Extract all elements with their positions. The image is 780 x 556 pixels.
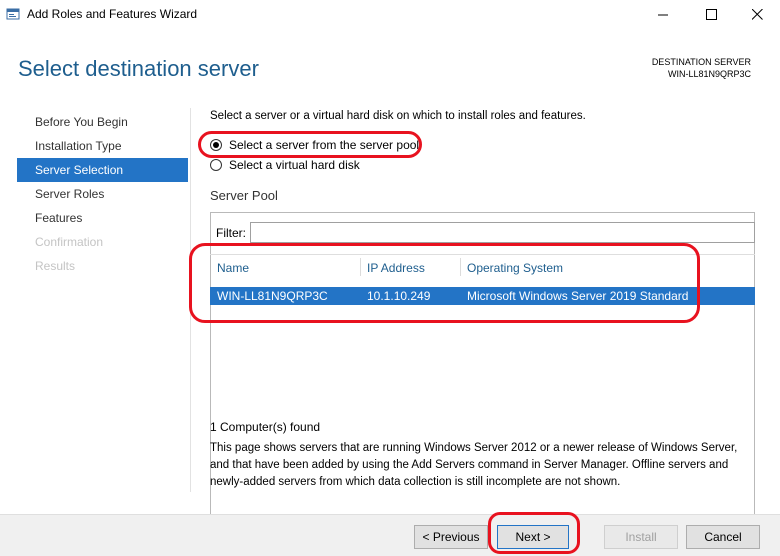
close-icon (751, 8, 763, 20)
column-header-ip[interactable]: IP Address (367, 261, 425, 275)
filter-label: Filter: (216, 226, 246, 240)
table-row[interactable]: WIN-LL81N9QRP3C 10.1.10.249 Microsoft Wi… (210, 287, 755, 305)
maximize-icon (705, 8, 717, 20)
radio-server-pool-option[interactable]: Select a server from the server pool (210, 137, 419, 153)
radio-server-pool[interactable] (210, 139, 222, 151)
nav-item-installation-type[interactable]: Installation Type (17, 134, 188, 158)
page-title: Select destination server (18, 56, 259, 81)
destination-server-value: WIN-LL81N9QRP3C (667, 69, 751, 79)
nav-item-before-you-begin[interactable]: Before You Begin (17, 110, 188, 134)
install-button: Install (604, 525, 678, 549)
computer-count: 1 Computer(s) found (210, 420, 321, 434)
info-text: This page shows servers that are running… (210, 442, 738, 488)
next-button[interactable]: Next > (497, 525, 569, 549)
minimize-icon (657, 14, 668, 15)
nav-item-server-roles[interactable]: Server Roles (17, 182, 188, 206)
destination-server-label: DESTINATION SERVER (651, 57, 751, 67)
cancel-button[interactable]: Cancel (686, 525, 760, 549)
column-separator[interactable] (460, 258, 461, 276)
column-header-name[interactable]: Name (217, 261, 249, 275)
maximize-button[interactable] (688, 0, 734, 28)
nav-item-features[interactable]: Features (17, 206, 188, 230)
server-pool-heading: Server Pool (210, 188, 278, 203)
radio-server-pool-label[interactable]: Select a server from the server pool (229, 138, 419, 152)
instruction-text: Select a server or a virtual hard disk o… (210, 110, 586, 122)
cell-os: Microsoft Windows Server 2019 Standard (467, 289, 689, 303)
radio-vhd-option[interactable]: Select a virtual hard disk (210, 157, 360, 173)
radio-vhd-label[interactable]: Select a virtual hard disk (229, 158, 360, 172)
window-title: Add Roles and Features Wizard (27, 7, 198, 21)
wizard-nav: Before You Begin Installation Type Serve… (17, 110, 188, 278)
nav-item-server-selection[interactable]: Server Selection (17, 158, 188, 182)
column-separator[interactable] (360, 258, 361, 276)
app-icon (6, 8, 20, 20)
cell-name: WIN-LL81N9QRP3C (217, 289, 328, 303)
column-header-os[interactable]: Operating System (467, 261, 563, 275)
radio-virtual-hard-disk[interactable] (210, 159, 222, 171)
nav-item-results: Results (35, 259, 76, 273)
previous-button[interactable]: < Previous (414, 525, 488, 549)
cell-ip: 10.1.10.249 (367, 289, 431, 303)
title-bar: Add Roles and Features Wizard (0, 0, 780, 28)
filter-input[interactable] (250, 222, 755, 243)
nav-item-confirmation: Confirmation (35, 235, 104, 249)
nav-divider (190, 108, 191, 492)
close-button[interactable] (734, 0, 780, 28)
minimize-button[interactable] (640, 0, 686, 28)
